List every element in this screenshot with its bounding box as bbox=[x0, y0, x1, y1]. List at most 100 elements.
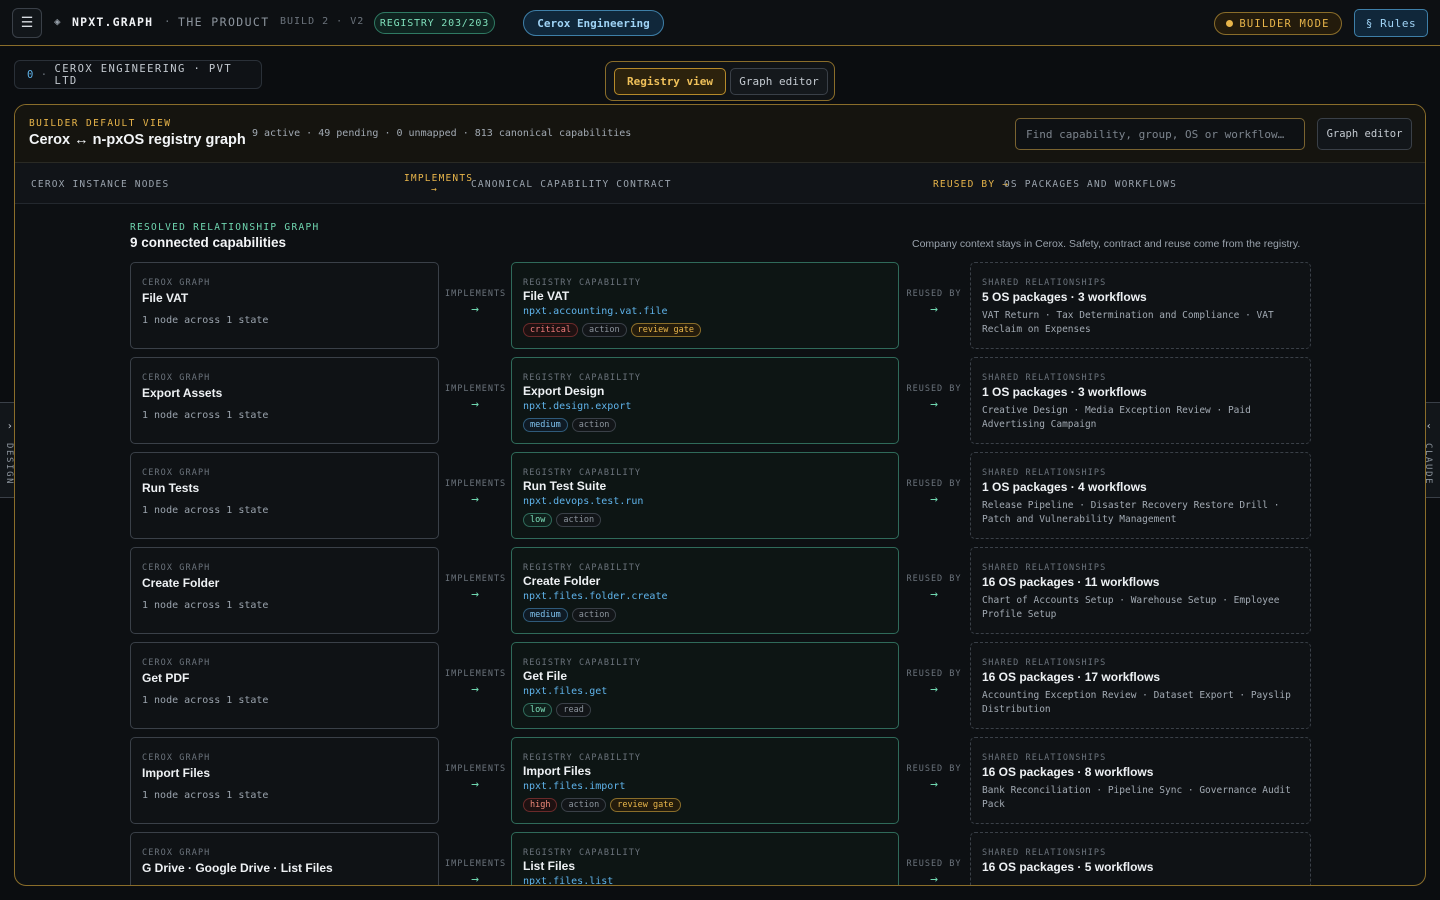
relationships-eyebrow: SHARED RELATIONSHIPS bbox=[982, 373, 1107, 383]
capability-tags: medium action bbox=[523, 608, 617, 622]
company-count: 0 bbox=[27, 68, 35, 81]
breadcrumb-product[interactable]: THE PRODUCT bbox=[178, 15, 270, 29]
registry-capability-card[interactable]: REGISTRY CAPABILITY File VAT npxt.accoun… bbox=[511, 262, 899, 349]
capability-row: CEROX GRAPH Export Assets 1 node across … bbox=[15, 357, 1425, 445]
capability-tag: high bbox=[523, 798, 558, 812]
arrow-right-icon: → bbox=[930, 682, 938, 697]
capability-eyebrow: REGISTRY CAPABILITY bbox=[523, 753, 642, 763]
arrow-right-icon: → bbox=[471, 777, 479, 792]
implements-label: IMPLEMENTS bbox=[445, 669, 507, 679]
reused-by-label: REUSED BY bbox=[906, 574, 962, 584]
registry-capability-card[interactable]: REGISTRY CAPABILITY Get File npxt.files.… bbox=[511, 642, 899, 729]
capability-id: npxt.accounting.vat.file bbox=[523, 306, 668, 317]
capability-tags: medium action bbox=[523, 418, 617, 432]
registry-capability-card[interactable]: REGISTRY CAPABILITY Export Design npxt.d… bbox=[511, 357, 899, 444]
relationships-eyebrow: SHARED RELATIONSHIPS bbox=[982, 563, 1107, 573]
reused-by-label: REUSED BY bbox=[906, 859, 962, 869]
shared-relationships-card[interactable]: SHARED RELATIONSHIPS 16 OS packages · 11… bbox=[970, 547, 1311, 634]
graph-note: Company context stays in Cerox. Safety, … bbox=[912, 238, 1301, 250]
capability-title: Get File bbox=[523, 669, 568, 683]
registry-view-tab[interactable]: Registry view bbox=[614, 68, 726, 95]
brand-logo-icon: ◈ bbox=[54, 15, 61, 28]
implements-label: IMPLEMENTS bbox=[445, 859, 507, 869]
capability-tag: medium bbox=[523, 608, 568, 622]
node-subtitle: 1 node across 1 state bbox=[142, 790, 269, 801]
capability-tag: action bbox=[561, 798, 607, 812]
graph-content: RESOLVED RELATIONSHIP GRAPH 9 connected … bbox=[15, 204, 1425, 885]
capability-row: CEROX GRAPH Get PDF 1 node across 1 stat… bbox=[15, 642, 1425, 730]
node-subtitle: 1 node across 1 state bbox=[142, 695, 269, 706]
graph-editor-tab[interactable]: Graph editor bbox=[730, 68, 828, 95]
capability-row: CEROX GRAPH G Drive · Google Drive · Lis… bbox=[15, 832, 1425, 885]
registry-capability-card[interactable]: REGISTRY CAPABILITY Import Files npxt.fi… bbox=[511, 737, 899, 824]
panel-title: Cerox ↔ n-pxOS registry graph bbox=[29, 132, 246, 148]
shared-relationships-card[interactable]: SHARED RELATIONSHIPS 16 OS packages · 8 … bbox=[970, 737, 1311, 824]
node-title: Get PDF bbox=[142, 671, 190, 685]
capability-eyebrow: REGISTRY CAPABILITY bbox=[523, 278, 642, 288]
relationships-title: 5 OS packages · 3 workflows bbox=[982, 290, 1147, 304]
tenant-selector[interactable]: Cerox Engineering bbox=[523, 10, 664, 36]
breadcrumb-separator: · bbox=[164, 15, 171, 28]
node-title: Run Tests bbox=[142, 481, 200, 495]
brand-name[interactable]: NPXT.GRAPH bbox=[72, 15, 153, 29]
reused-by-label: REUSED BY bbox=[906, 764, 962, 774]
relationships-eyebrow: SHARED RELATIONSHIPS bbox=[982, 468, 1107, 478]
reused-by-label: REUSED BY bbox=[906, 289, 962, 299]
search-input[interactable] bbox=[1015, 118, 1305, 150]
registry-capability-card[interactable]: REGISTRY CAPABILITY Create Folder npxt.f… bbox=[511, 547, 899, 634]
instance-node-card[interactable]: CEROX GRAPH File VAT 1 node across 1 sta… bbox=[130, 262, 439, 349]
company-separator: · bbox=[40, 68, 49, 81]
status-dot-icon bbox=[1226, 20, 1234, 27]
instance-node-card[interactable]: CEROX GRAPH Create Folder 1 node across … bbox=[130, 547, 439, 634]
instance-node-card[interactable]: CEROX GRAPH G Drive · Google Drive · Lis… bbox=[130, 832, 439, 885]
reused-by-connector: REUSED BY → bbox=[904, 289, 964, 317]
capability-tag: medium bbox=[523, 418, 568, 432]
graph-title: 9 connected capabilities bbox=[130, 235, 287, 250]
registry-capability-card[interactable]: REGISTRY CAPABILITY List Files npxt.file… bbox=[511, 832, 899, 885]
instance-node-card[interactable]: CEROX GRAPH Run Tests 1 node across 1 st… bbox=[130, 452, 439, 539]
relationships-title: 16 OS packages · 8 workflows bbox=[982, 765, 1154, 779]
company-chip[interactable]: 0 · CEROX ENGINEERING · PVT LTD bbox=[14, 60, 262, 89]
capability-tag: action bbox=[581, 323, 627, 337]
capability-tags: critical action review gate bbox=[523, 323, 701, 337]
design-tab-label: DESIGN bbox=[4, 443, 14, 486]
capability-tag: review gate bbox=[630, 323, 701, 337]
implements-label: IMPLEMENTS bbox=[445, 384, 507, 394]
capability-eyebrow: REGISTRY CAPABILITY bbox=[523, 848, 642, 858]
menu-icon[interactable]: ☰ bbox=[12, 8, 42, 38]
relationships-workflows: Chart of Accounts Setup · Warehouse Setu… bbox=[982, 595, 1280, 620]
relationships-eyebrow: SHARED RELATIONSHIPS bbox=[982, 658, 1107, 668]
graph-editor-button[interactable]: Graph editor bbox=[1317, 118, 1412, 150]
shared-relationships-card[interactable]: SHARED RELATIONSHIPS 16 OS packages · 5 … bbox=[970, 832, 1311, 885]
capability-eyebrow: REGISTRY CAPABILITY bbox=[523, 658, 642, 668]
capability-eyebrow: REGISTRY CAPABILITY bbox=[523, 373, 642, 383]
capability-tags: high action review gate bbox=[523, 798, 681, 812]
instance-node-card[interactable]: CEROX GRAPH Get PDF 1 node across 1 stat… bbox=[130, 642, 439, 729]
arrow-right-icon: → bbox=[930, 492, 938, 507]
shared-relationships-card[interactable]: SHARED RELATIONSHIPS 1 OS packages · 4 w… bbox=[970, 452, 1311, 539]
shared-relationships-card[interactable]: SHARED RELATIONSHIPS 5 OS packages · 3 w… bbox=[970, 262, 1311, 349]
panel-header: BUILDER DEFAULT VIEW Cerox ↔ n-pxOS regi… bbox=[15, 105, 1425, 163]
implements-label: IMPLEMENTS bbox=[445, 479, 507, 489]
top-bar: ☰ ◈ NPXT.GRAPH · THE PRODUCT BUILD 2 · V… bbox=[0, 0, 1440, 46]
implements-connector: IMPLEMENTS → bbox=[445, 479, 505, 507]
capability-title: Run Test Suite bbox=[523, 479, 607, 493]
instance-node-card[interactable]: CEROX GRAPH Export Assets 1 node across … bbox=[130, 357, 439, 444]
panel-eyebrow: BUILDER DEFAULT VIEW bbox=[29, 118, 172, 129]
capability-title: Create Folder bbox=[523, 574, 601, 588]
node-eyebrow: CEROX GRAPH bbox=[142, 563, 211, 573]
reused-by-connector: REUSED BY → bbox=[904, 384, 964, 412]
rules-button[interactable]: § Rules bbox=[1354, 9, 1428, 37]
reused-by-connector: REUSED BY → bbox=[904, 669, 964, 697]
relationships-title: 16 OS packages · 17 workflows bbox=[982, 670, 1161, 684]
builder-mode-label: BUILDER MODE bbox=[1239, 17, 1330, 30]
registry-capability-card[interactable]: REGISTRY CAPABILITY Run Test Suite npxt.… bbox=[511, 452, 899, 539]
instance-node-card[interactable]: CEROX GRAPH Import Files 1 node across 1… bbox=[130, 737, 439, 824]
capability-tag: read bbox=[556, 703, 591, 717]
shared-relationships-card[interactable]: SHARED RELATIONSHIPS 1 OS packages · 3 w… bbox=[970, 357, 1311, 444]
node-title: Import Files bbox=[142, 766, 211, 780]
shared-relationships-card[interactable]: SHARED RELATIONSHIPS 16 OS packages · 17… bbox=[970, 642, 1311, 729]
builder-mode-toggle[interactable]: BUILDER MODE bbox=[1214, 12, 1342, 35]
node-subtitle: 1 node across 1 state bbox=[142, 600, 269, 611]
registry-graph-panel: BUILDER DEFAULT VIEW Cerox ↔ n-pxOS regi… bbox=[14, 104, 1426, 886]
